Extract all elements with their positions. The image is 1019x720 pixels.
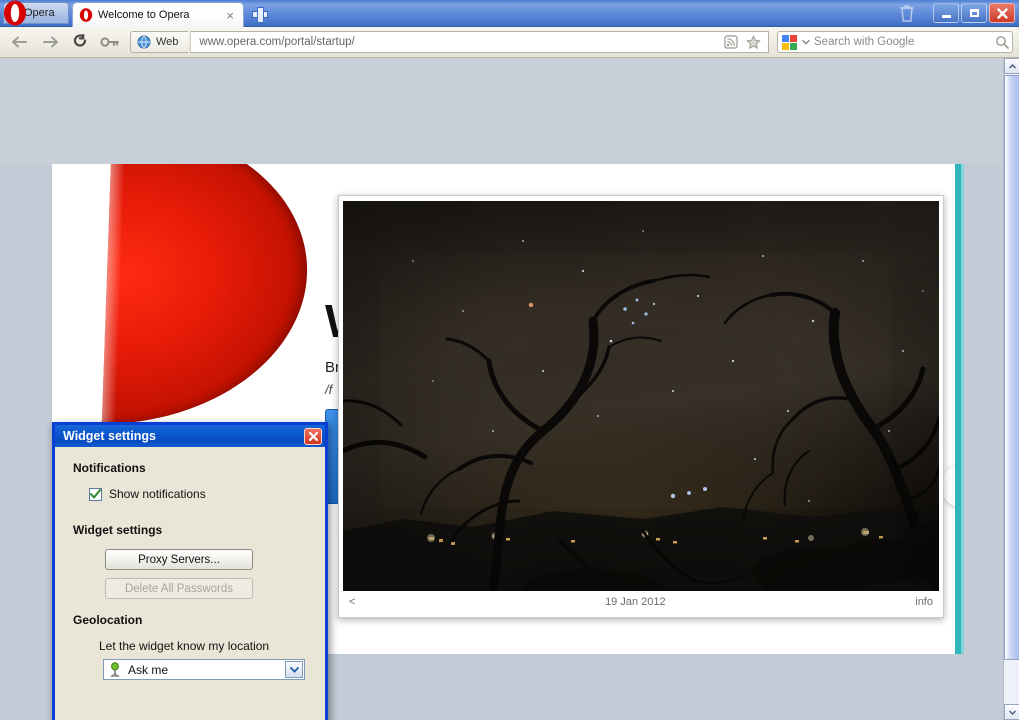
chevron-down-glyph (289, 666, 299, 673)
star-icon (745, 34, 761, 49)
geolocation-label: Let the widget know my location (99, 639, 270, 653)
widget-settings-heading: Widget settings (73, 523, 163, 537)
tab-welcome-to-opera[interactable]: Welcome to Opera × (72, 2, 244, 27)
scroll-up-button[interactable] (1004, 58, 1019, 74)
delete-all-passwords-button: Delete All Passwords (105, 578, 253, 599)
photo-widget-caption: < 19 Jan 2012 info (343, 591, 939, 613)
page-italic-note: /f (325, 382, 333, 397)
scrollbar-thumb[interactable] (1004, 75, 1019, 660)
opera-browser-window: Opera Welcome to Opera × Web www.opera.c… (0, 0, 1019, 720)
address-bar[interactable]: www.opera.com/portal/startup/ (190, 31, 769, 53)
feed-button[interactable] (720, 32, 742, 52)
dialog-title: Widget settings (63, 429, 156, 443)
location-pin-icon (110, 662, 120, 677)
photo-info-button[interactable]: info (915, 596, 933, 608)
page-viewport: W Br /f (0, 58, 1003, 720)
chevron-down-icon (1008, 710, 1016, 715)
geolocation-select-value: Ask me (128, 662, 169, 677)
tab-title: Welcome to Opera (98, 9, 190, 21)
tab-close-icon[interactable]: × (223, 8, 237, 23)
show-notifications-row[interactable]: Show notifications (89, 487, 309, 501)
new-tab-button[interactable] (250, 5, 270, 24)
rss-icon (724, 35, 738, 49)
notifications-heading: Notifications (73, 461, 146, 475)
chevron-down-icon[interactable] (285, 661, 303, 678)
search-mode-badge[interactable]: Web (130, 31, 189, 53)
geolocation-heading: Geolocation (73, 613, 143, 627)
close-button[interactable] (989, 3, 1015, 23)
show-notifications-label: Show notifications (109, 487, 206, 501)
page-top-background (0, 58, 1003, 164)
minimize-glyph (941, 14, 951, 18)
opera-icon (4, 0, 26, 26)
trash-icon[interactable] (895, 3, 919, 23)
web-badge-label: Web (156, 36, 179, 48)
close-icon (996, 7, 1008, 19)
navigation-toolbar: Web www.opera.com/portal/startup/ Search… (0, 27, 1019, 58)
photo-widget-image[interactable] (343, 201, 939, 591)
password-key-button[interactable] (96, 29, 124, 55)
checkmark-icon (90, 489, 101, 499)
minimize-button[interactable] (933, 3, 959, 23)
back-button[interactable] (6, 29, 34, 55)
chevron-up-icon (1008, 63, 1016, 68)
window-controls (895, 3, 1015, 23)
bookmark-button[interactable] (742, 32, 764, 52)
google-icon[interactable] (781, 34, 798, 51)
proxy-servers-button[interactable]: Proxy Servers... (105, 549, 253, 570)
forward-button[interactable] (36, 29, 64, 55)
scroll-down-button[interactable] (1004, 704, 1019, 720)
geolocation-select[interactable]: Ask me (103, 659, 305, 680)
opera-logo-graphic (101, 164, 313, 424)
globe-icon (137, 35, 151, 49)
address-bar-url: www.opera.com/portal/startup/ (199, 36, 355, 48)
page-accent-strip-light (961, 164, 964, 654)
chevron-down-icon[interactable] (802, 39, 810, 45)
reload-button[interactable] (66, 29, 94, 55)
key-icon (100, 37, 119, 47)
show-notifications-checkbox[interactable] (89, 487, 102, 501)
dialog-body: Notifications Show notifications Widget … (55, 447, 325, 680)
back-arrow-icon (12, 36, 27, 48)
close-icon (308, 431, 318, 441)
title-bar: Opera Welcome to Opera × (0, 0, 1019, 27)
dialog-close-button[interactable] (304, 427, 322, 445)
search-bar[interactable]: Search with Google (777, 31, 1013, 53)
opera-menu-label: Opera (24, 7, 55, 19)
vertical-scrollbar[interactable] (1003, 58, 1019, 720)
forward-arrow-icon (43, 36, 58, 48)
search-input[interactable]: Search with Google (814, 36, 991, 48)
opera-menu-button[interactable]: Opera (3, 0, 69, 26)
dialog-title-bar: Widget settings (55, 425, 325, 447)
photo-date-label: 19 Jan 2012 (605, 596, 666, 608)
photo-vignette (343, 201, 939, 591)
reload-icon (73, 33, 86, 47)
magnifier-icon[interactable] (995, 35, 1009, 49)
photo-widget: < 19 Jan 2012 info (338, 195, 944, 618)
restore-glyph (969, 9, 979, 17)
opera-favicon-icon (79, 8, 93, 22)
widget-settings-dialog: Widget settings Notifications Show notif… (52, 422, 328, 720)
restore-button[interactable] (961, 3, 987, 23)
